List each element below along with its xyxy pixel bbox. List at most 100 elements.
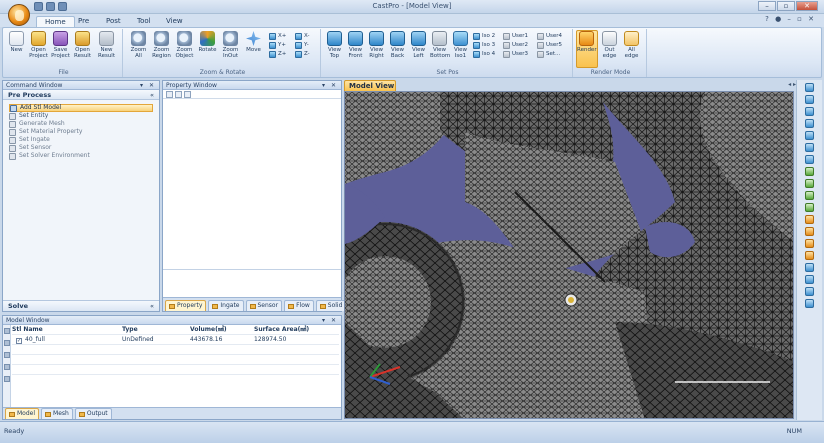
delete-icon[interactable]	[4, 364, 10, 370]
capture-icon[interactable]	[805, 251, 814, 260]
view-top-button[interactable]: View Top	[325, 31, 344, 59]
zoom-all-button[interactable]: Zoom All	[129, 31, 148, 59]
tab-ingate[interactable]: Ingate	[208, 300, 244, 311]
col-stl-name[interactable]: Stl Name	[12, 325, 122, 335]
minimize-button[interactable]: –	[758, 1, 776, 11]
save-project-button[interactable]: Save Project	[51, 31, 70, 59]
all-edge-button[interactable]: All edge	[622, 31, 641, 59]
new-button[interactable]: New	[7, 31, 26, 53]
help-icon[interactable]: ? ● – ▫ ✕	[765, 15, 816, 23]
tab-model[interactable]: Model	[5, 408, 40, 419]
view-x-plus[interactable]: X+	[269, 32, 286, 41]
view-user5[interactable]: User5	[537, 41, 562, 50]
view-y-minus[interactable]: Y-	[295, 41, 310, 50]
move-button[interactable]: Move	[244, 31, 263, 53]
categorized-icon[interactable]	[166, 91, 173, 98]
view-user3[interactable]: User3	[503, 50, 528, 59]
expand-chevron-icon[interactable]: «	[150, 301, 154, 312]
fit-view-icon[interactable]	[805, 263, 814, 272]
tab-home[interactable]: Home	[36, 16, 75, 27]
col-surface-area[interactable]: Surface Area(㎟)	[254, 325, 344, 335]
view-z-plus[interactable]: Z+	[269, 50, 286, 59]
view-back-tool-icon[interactable]	[805, 143, 814, 152]
view-bottom-button[interactable]: View Bottom	[430, 31, 450, 59]
panel-pin-close-icon[interactable]: ▾ ✕	[140, 81, 156, 90]
view-y-plus[interactable]: Y+	[269, 41, 286, 50]
property-pages-icon[interactable]	[184, 91, 191, 98]
view-right-button[interactable]: View Right	[367, 31, 386, 59]
model-view-controls[interactable]: ◂ ▸	[788, 81, 796, 88]
view-user2[interactable]: User2	[503, 41, 528, 50]
step-set-ingate[interactable]: Set Ingate	[9, 136, 153, 144]
open-result-button[interactable]: Open Result	[73, 31, 92, 59]
tab-sensor[interactable]: Sensor	[245, 300, 283, 311]
pan-icon[interactable]	[805, 275, 814, 284]
wireframe-display-icon[interactable]	[805, 191, 814, 200]
view-user1[interactable]: User1	[503, 32, 528, 41]
view-x-minus[interactable]: X-	[295, 32, 310, 41]
view-iso1-button[interactable]: View Iso1	[451, 31, 470, 59]
tab-solid[interactable]: Solid	[315, 300, 347, 311]
step-set-material-property[interactable]: Set Material Property	[9, 128, 153, 136]
model-view-tab[interactable]: Model View	[344, 80, 396, 91]
shade-display-icon[interactable]	[805, 203, 814, 212]
alphabetical-icon[interactable]	[175, 91, 182, 98]
table-row[interactable]: ✓ 40_full UnDefined 443678.16 128974.50	[12, 335, 339, 345]
col-volume[interactable]: Volume(㎣)	[190, 325, 254, 335]
render-button[interactable]: Render	[577, 31, 597, 53]
view-set[interactable]: Set...	[537, 50, 562, 59]
view-back-button[interactable]: View Back	[388, 31, 407, 59]
collapse-chevron-icon[interactable]: «	[150, 90, 154, 100]
reset-view-icon[interactable]	[805, 299, 814, 308]
select-all-icon[interactable]	[4, 328, 10, 334]
property-grid[interactable]	[163, 100, 341, 269]
view-iso-tool-icon[interactable]	[805, 131, 814, 140]
open-project-button[interactable]: Open Project	[29, 31, 48, 59]
tab-pre[interactable]: Pre	[70, 16, 97, 27]
application-menu-button[interactable]	[8, 4, 30, 26]
refresh-icon[interactable]	[4, 376, 10, 382]
zoom-inout-button[interactable]: Zoom InOut	[221, 31, 240, 59]
close-button[interactable]: ✕	[796, 1, 818, 11]
view-bottom-tool-icon[interactable]	[805, 155, 814, 164]
step-set-entity[interactable]: Set Entity	[9, 112, 153, 120]
probe-icon[interactable]	[805, 239, 814, 248]
model-viewport[interactable]	[344, 91, 794, 419]
tab-view[interactable]: View	[158, 16, 191, 27]
out-edge-button[interactable]: Out edge	[600, 31, 619, 59]
view-front-button[interactable]: View Front	[346, 31, 365, 59]
list-icon[interactable]	[4, 352, 10, 358]
step-add-stl-model[interactable]: Add Stl Model	[9, 104, 153, 112]
view-iso2[interactable]: Iso 2	[473, 32, 495, 41]
panel-pin-close-icon[interactable]: ▾ ✕	[322, 316, 338, 325]
step-set-solver-environment[interactable]: Set Solver Environment	[9, 152, 153, 160]
solve-section[interactable]: Solve «	[3, 300, 159, 311]
view-top-tool-icon[interactable]	[805, 119, 814, 128]
solid-display-icon[interactable]	[805, 179, 814, 188]
view-user4[interactable]: User4	[537, 32, 562, 41]
view-left-button[interactable]: View Left	[409, 31, 428, 59]
new-result-button[interactable]: New Result	[97, 31, 116, 59]
view-front-tool-icon[interactable]	[805, 95, 814, 104]
panel-pin-close-icon[interactable]: ▾ ✕	[322, 81, 338, 90]
tab-post[interactable]: Post	[98, 16, 129, 27]
mesh-display-icon[interactable]	[805, 167, 814, 176]
section-cut-icon[interactable]	[805, 215, 814, 224]
step-generate-mesh[interactable]: Generate Mesh	[9, 120, 153, 128]
tab-tool[interactable]: Tool	[129, 16, 159, 27]
zoom-object-button[interactable]: Zoom Object	[175, 31, 194, 59]
tab-property[interactable]: Property	[165, 300, 207, 311]
deselect-icon[interactable]	[4, 340, 10, 346]
step-set-sensor[interactable]: Set Sensor	[9, 144, 153, 152]
zoom-tool-icon[interactable]	[805, 287, 814, 296]
view-side-tool-icon[interactable]	[805, 107, 814, 116]
rotate-button[interactable]: Rotate	[198, 31, 217, 53]
measure-icon[interactable]	[805, 227, 814, 236]
tab-mesh[interactable]: Mesh	[41, 408, 73, 419]
tab-flow[interactable]: Flow	[284, 300, 314, 311]
maximize-button[interactable]: ▫	[777, 1, 795, 11]
col-type[interactable]: Type	[122, 325, 190, 335]
tab-output[interactable]: Output	[74, 408, 112, 419]
pre-process-section[interactable]: Pre Process «	[3, 90, 159, 100]
view-iso3[interactable]: Iso 3	[473, 41, 495, 50]
